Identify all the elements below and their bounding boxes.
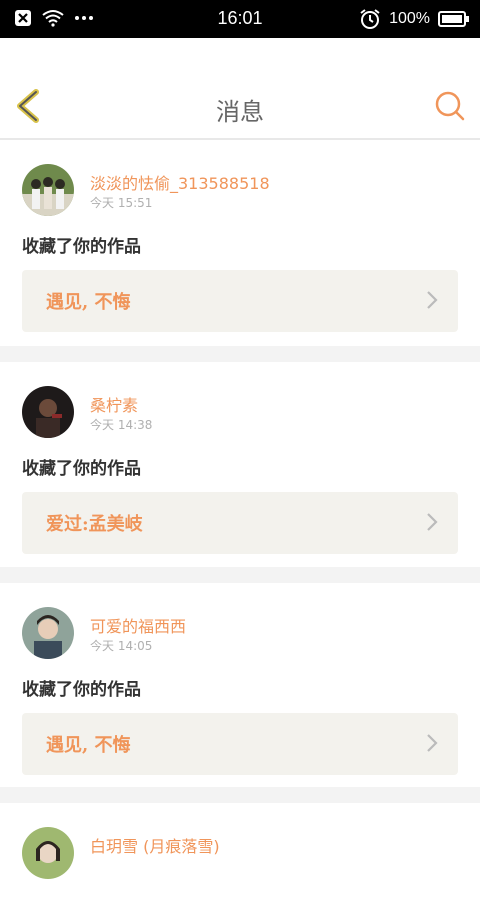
chevron-right-icon bbox=[427, 734, 438, 752]
message-card[interactable]: 淡淡的怯偷_313588518 今天 15:51 收藏了你的作品 遇见, 不悔 bbox=[0, 140, 480, 346]
message-time: 今天 14:05 bbox=[90, 639, 153, 653]
work-link[interactable]: 遇见, 不悔 bbox=[22, 713, 458, 775]
status-bar: 16:01 100% bbox=[0, 0, 480, 38]
chevron-right-icon bbox=[427, 291, 438, 309]
header: 消息 bbox=[0, 38, 480, 140]
avatar[interactable] bbox=[22, 607, 74, 659]
separator bbox=[0, 346, 480, 362]
message-time: 今天 14:38 bbox=[90, 418, 153, 432]
user-name[interactable]: 淡淡的怯偷_313588518 bbox=[90, 170, 270, 194]
work-link[interactable]: 遇见, 不悔 bbox=[22, 270, 458, 332]
work-title: 爱过:孟美岐 bbox=[46, 514, 143, 535]
message-time: 今天 15:51 bbox=[90, 196, 153, 210]
message-action: 收藏了你的作品 bbox=[22, 237, 141, 257]
avatar[interactable] bbox=[22, 827, 74, 879]
user-name[interactable]: 白玥雪 (月痕落雪) bbox=[90, 833, 220, 857]
separator bbox=[0, 567, 480, 583]
avatar[interactable] bbox=[22, 386, 74, 438]
user-name[interactable]: 可爱的福西西 bbox=[90, 613, 186, 637]
separator bbox=[0, 787, 480, 803]
message-action: 收藏了你的作品 bbox=[22, 459, 141, 479]
work-link[interactable]: 爱过:孟美岐 bbox=[22, 492, 458, 554]
battery-percent: 100% bbox=[389, 10, 430, 27]
message-list: 淡淡的怯偷_313588518 今天 15:51 收藏了你的作品 遇见, 不悔 … bbox=[0, 140, 480, 903]
chevron-right-icon bbox=[427, 513, 438, 531]
message-card[interactable]: 桑柠素 今天 14:38 收藏了你的作品 爱过:孟美岐 bbox=[0, 362, 480, 567]
message-card[interactable]: 白玥雪 (月痕落雪) bbox=[0, 803, 480, 903]
work-title: 遇见, 不悔 bbox=[46, 292, 131, 313]
battery-icon bbox=[438, 11, 469, 27]
page-title: 消息 bbox=[216, 98, 264, 126]
user-name[interactable]: 桑柠素 bbox=[90, 392, 138, 416]
alarm-icon bbox=[360, 9, 380, 29]
message-card[interactable]: 可爱的福西西 今天 14:05 收藏了你的作品 遇见, 不悔 bbox=[0, 583, 480, 787]
search-icon[interactable] bbox=[434, 90, 466, 122]
work-title: 遇见, 不悔 bbox=[46, 735, 131, 756]
message-action: 收藏了你的作品 bbox=[22, 680, 141, 700]
avatar[interactable] bbox=[22, 164, 74, 216]
